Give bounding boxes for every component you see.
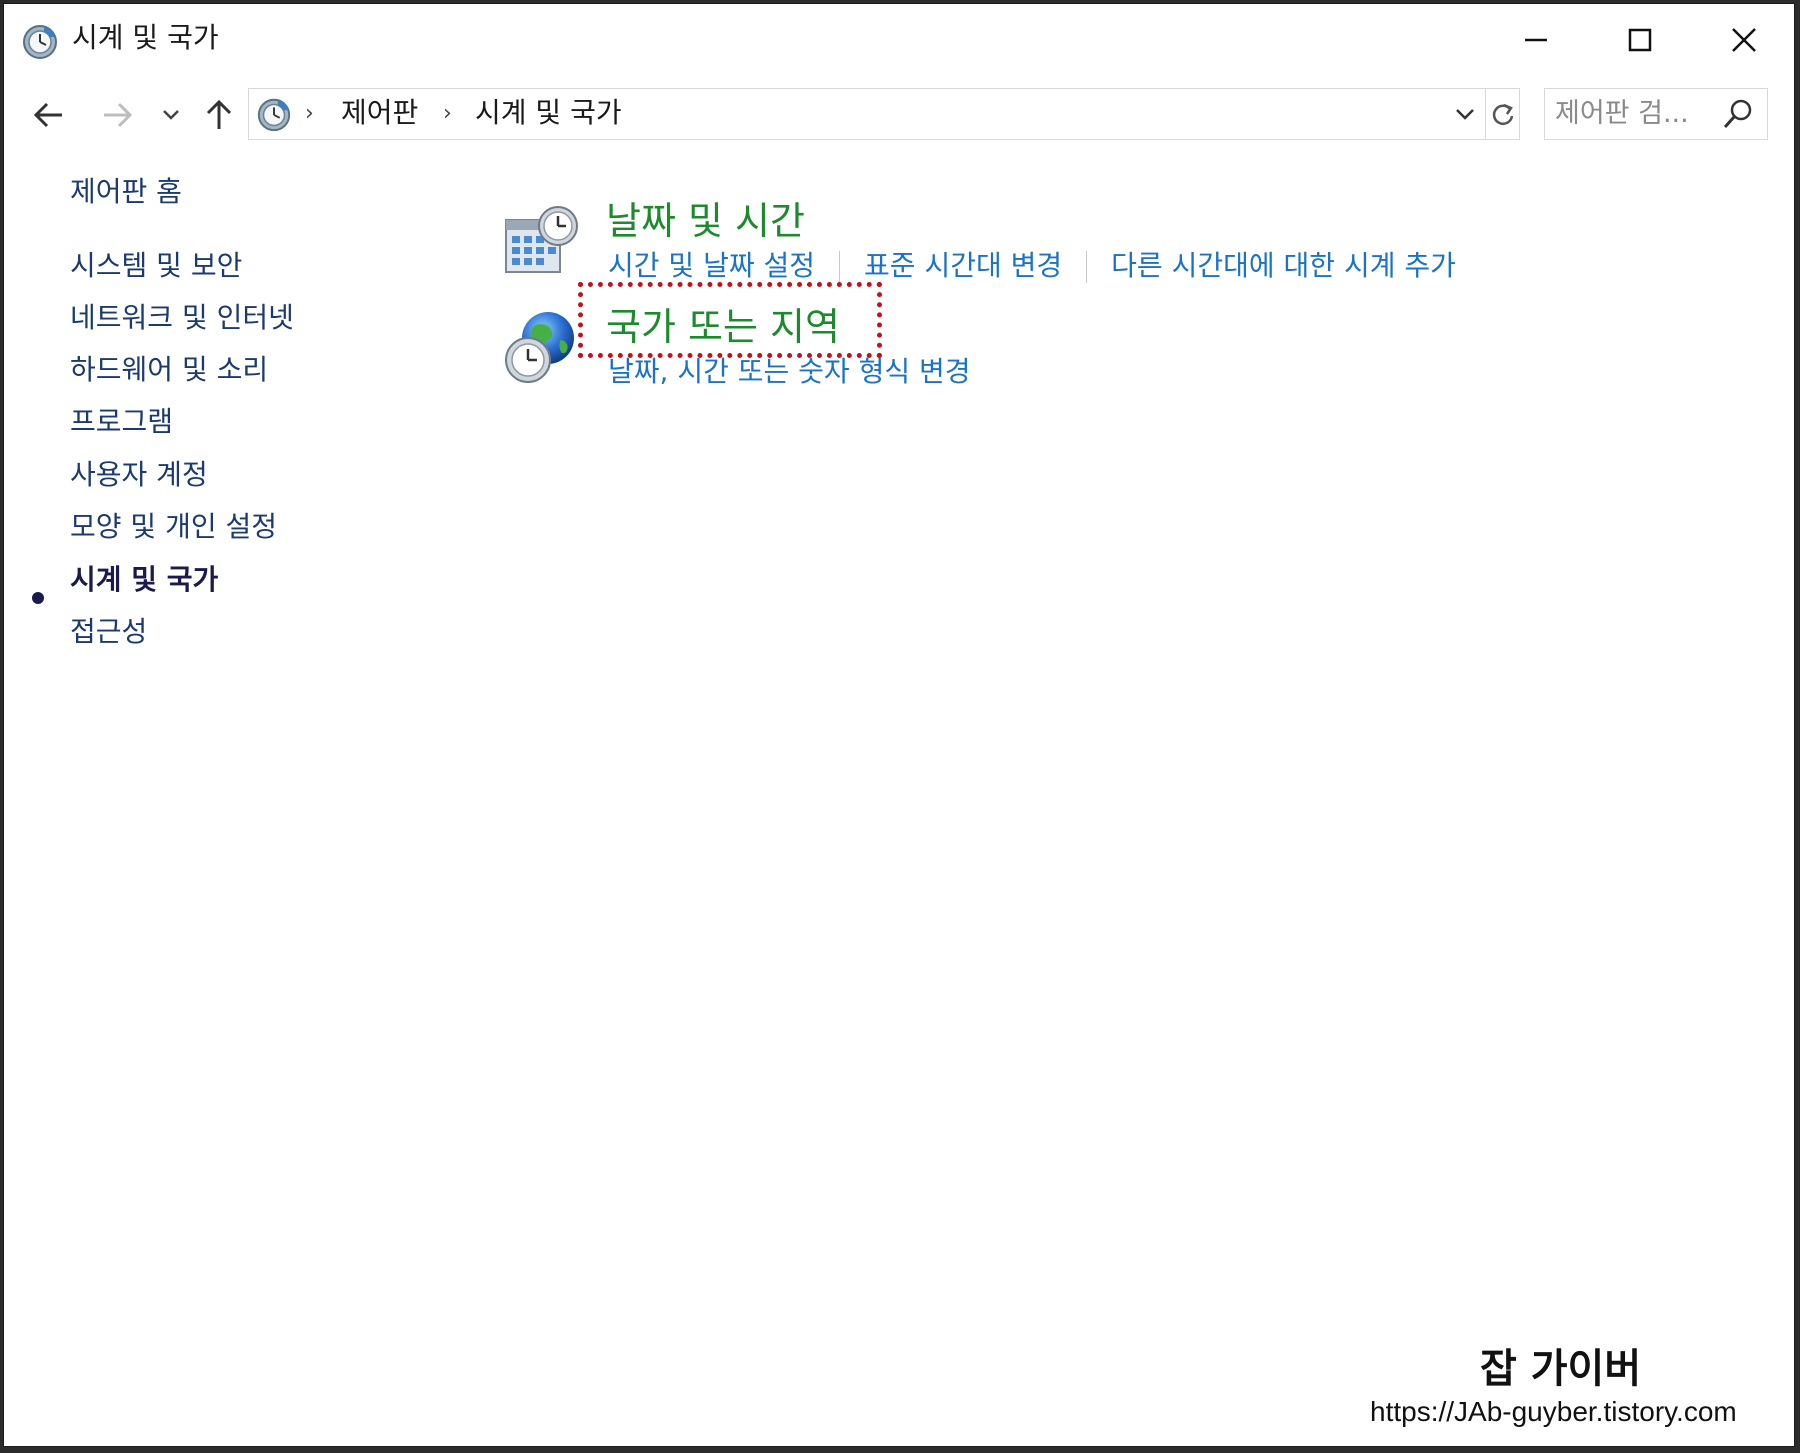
maximize-button[interactable] <box>1610 14 1670 66</box>
control-panel-window: 시계 및 국가 › 제어판 › 시계 및 국가 제어판 검... 제어판 홈 시… <box>3 3 1795 1447</box>
sidebar-item-user-accounts[interactable]: 사용자 계정 <box>70 455 208 495</box>
sidebar-item-network-internet[interactable]: 네트워크 및 인터넷 <box>70 298 294 338</box>
search-icon[interactable] <box>1721 97 1755 131</box>
back-arrow-icon <box>33 102 62 128</box>
address-dropdown-button[interactable] <box>1447 95 1483 133</box>
back-button[interactable] <box>26 90 72 140</box>
link-separator <box>839 251 841 283</box>
sidebar-item-accessibility[interactable]: 접근성 <box>70 612 147 652</box>
watermark-title: 잡 가이버 <box>1480 1346 1642 1392</box>
breadcrumb-clock-region[interactable]: 시계 및 국가 <box>475 93 622 133</box>
navigation-bar: › 제어판 › 시계 및 국가 <box>4 80 1794 150</box>
category-links-region: 날짜, 시간 또는 숫자 형식 변경 <box>608 352 971 392</box>
minimize-icon <box>1525 38 1547 42</box>
breadcrumb-separator-icon[interactable]: › <box>305 99 314 129</box>
address-divider <box>1485 89 1486 139</box>
address-bar[interactable]: › 제어판 › 시계 및 국가 <box>248 88 1520 140</box>
sidebar-item-control-panel-home[interactable]: 제어판 홈 <box>70 172 182 212</box>
refresh-button[interactable] <box>1487 95 1519 133</box>
sidebar-item-clock-region: 시계 및 국가 <box>70 563 219 596</box>
chevron-down-icon <box>163 110 179 120</box>
link-change-time-zone[interactable]: 표준 시간대 변경 <box>864 249 1062 282</box>
globe-clock-icon[interactable] <box>504 310 580 386</box>
minimize-button[interactable] <box>1506 14 1566 66</box>
chevron-down-icon <box>1456 109 1474 120</box>
calendar-clock-icon[interactable] <box>504 204 580 280</box>
current-item-bullet <box>32 592 44 604</box>
breadcrumb-control-panel[interactable]: 제어판 <box>341 93 418 133</box>
link-add-clocks[interactable]: 다른 시간대에 대한 시계 추가 <box>1111 249 1456 282</box>
category-links-date-time: 시간 및 날짜 설정 표준 시간대 변경 다른 시간대에 대한 시계 추가 <box>608 246 1456 286</box>
breadcrumb-separator-icon[interactable]: › <box>443 99 452 129</box>
forward-arrow-icon <box>104 102 133 128</box>
sidebar-item-programs[interactable]: 프로그램 <box>70 402 173 442</box>
link-set-time-date[interactable]: 시간 및 날짜 설정 <box>608 249 815 282</box>
link-separator <box>1086 251 1088 283</box>
refresh-icon <box>1492 103 1514 125</box>
link-change-formats[interactable]: 날짜, 시간 또는 숫자 형식 변경 <box>608 355 971 388</box>
search-box[interactable] <box>1544 88 1768 140</box>
maximize-icon <box>1628 28 1652 52</box>
sidebar-item-hardware-sound[interactable]: 하드웨어 및 소리 <box>70 350 268 390</box>
watermark-url: https://JAb-guyber.tistory.com <box>1370 1396 1737 1427</box>
close-button[interactable] <box>1714 14 1774 66</box>
category-title-date-time[interactable]: 날짜 및 시간 <box>606 196 805 246</box>
up-arrow-icon <box>206 99 232 129</box>
clock-globe-icon <box>257 98 291 132</box>
clock-globe-icon <box>23 25 57 59</box>
search-input[interactable] <box>1555 93 1715 133</box>
close-icon <box>1732 28 1756 52</box>
sidebar-item-appearance[interactable]: 모양 및 개인 설정 <box>70 507 277 547</box>
up-button[interactable] <box>196 90 242 140</box>
category-title-region[interactable]: 국가 또는 지역 <box>606 302 840 352</box>
window-title: 시계 및 국가 <box>72 21 219 54</box>
recent-locations-button[interactable] <box>156 90 186 140</box>
sidebar-item-system-security[interactable]: 시스템 및 보안 <box>70 246 242 286</box>
forward-button[interactable] <box>94 90 140 140</box>
title-bar: 시계 및 국가 <box>4 4 1794 74</box>
